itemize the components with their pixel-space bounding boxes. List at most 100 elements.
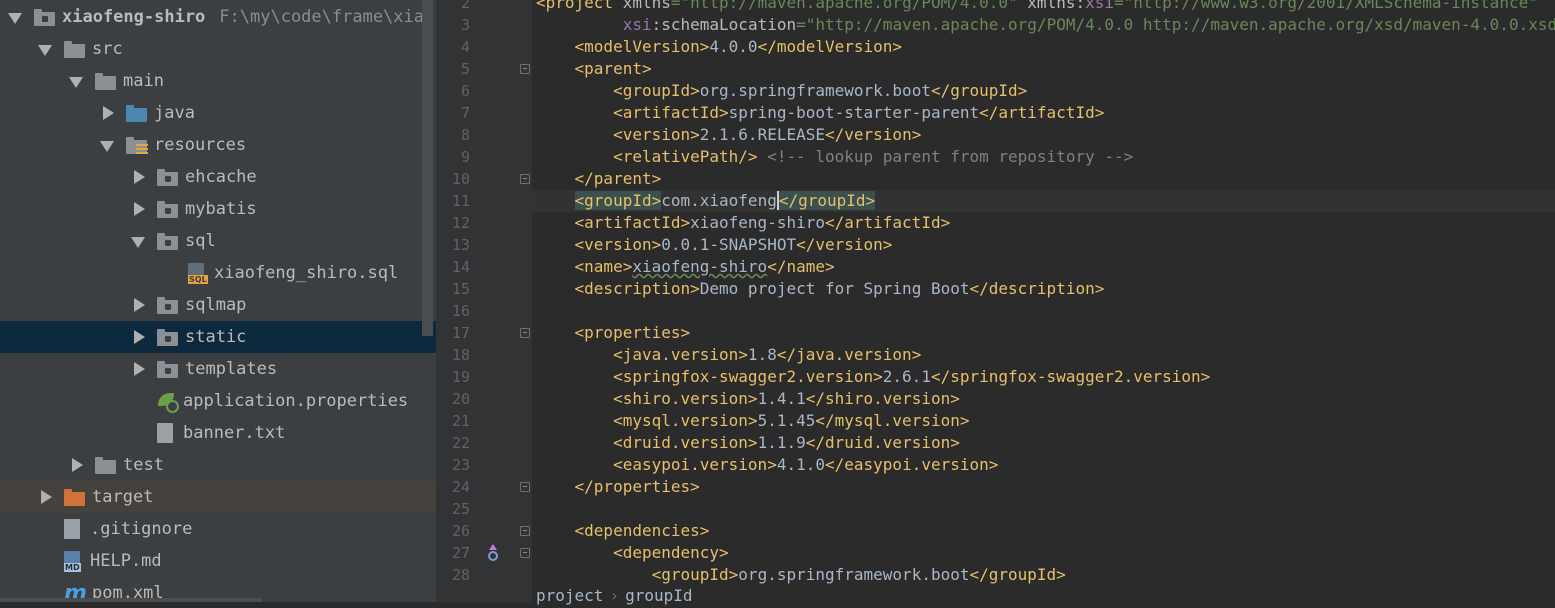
tree-item-static[interactable]: static xyxy=(0,321,436,353)
code-line[interactable]: <shiro.version>1.4.1</shiro.version> xyxy=(536,388,960,410)
tree-item-label: mybatis xyxy=(185,199,257,219)
code-line[interactable]: <dependency> xyxy=(536,542,729,564)
tree-item-label: target xyxy=(92,487,154,507)
line-number: 18 xyxy=(451,346,470,364)
module-folder-icon xyxy=(34,8,56,26)
tree-item-label: ehcache xyxy=(185,167,257,187)
chevron-down-icon[interactable] xyxy=(8,10,22,24)
code-line[interactable]: <artifactId>spring-boot-starter-parent</… xyxy=(536,102,1104,124)
code-line[interactable]: <druid.version>1.1.9</druid.version> xyxy=(536,432,960,454)
tree-item-main[interactable]: main xyxy=(0,65,436,97)
code-line[interactable]: <parent> xyxy=(536,58,652,80)
tree-item-label: .gitignore xyxy=(90,519,193,539)
fold-marker-icon[interactable] xyxy=(520,64,530,74)
chevron-right-icon[interactable] xyxy=(38,490,52,504)
code-line[interactable]: <groupId>org.springframework.boot</group… xyxy=(536,564,1066,586)
tree-item-label: main xyxy=(123,71,164,91)
excluded-folder-icon xyxy=(64,488,86,506)
line-number: 13 xyxy=(451,236,470,254)
code-line[interactable]: xsi:schemaLocation="http://maven.apache.… xyxy=(536,14,1555,36)
line-number: 12 xyxy=(451,214,470,232)
tree-item-src[interactable]: src xyxy=(0,33,436,65)
line-number: 3 xyxy=(460,16,470,34)
tree-item-banner-txt[interactable]: banner.txt xyxy=(0,417,436,449)
tree-item-project-root[interactable]: xiaofeng-shiro F:\my\code\frame\xiao xyxy=(0,1,436,33)
code-line[interactable]: </parent> xyxy=(536,168,662,190)
fold-marker-icon[interactable] xyxy=(520,174,530,184)
fold-marker-icon[interactable] xyxy=(520,548,530,558)
code-line[interactable]: <description>Demo project for Spring Boo… xyxy=(536,278,1105,300)
code-line[interactable]: <version>2.1.6.RELEASE</version> xyxy=(536,124,921,146)
line-number: 24 xyxy=(451,478,470,496)
breadcrumb-item-project[interactable]: project xyxy=(536,586,603,605)
code-line[interactable]: <groupId>com.xiaofeng </groupId> xyxy=(536,190,876,212)
tree-item-test[interactable]: test xyxy=(0,449,436,481)
tree-item-help-md[interactable]: MD HELP.md xyxy=(0,545,436,577)
text-file-icon xyxy=(157,423,173,443)
tree-item-sqlmap[interactable]: sqlmap xyxy=(0,289,436,321)
tree-item-target[interactable]: target xyxy=(0,481,436,513)
code-line[interactable]: <name>xiaofeng-shiro</name> xyxy=(536,256,835,278)
code-line[interactable]: <version>0.0.1-SNAPSHOT</version> xyxy=(536,234,893,256)
line-number: 20 xyxy=(451,390,470,408)
line-number: 16 xyxy=(451,302,470,320)
tree-item-mybatis[interactable]: mybatis xyxy=(0,193,436,225)
chevron-down-icon[interactable] xyxy=(38,42,52,56)
line-number: 25 xyxy=(451,500,470,518)
tree-item-application-properties[interactable]: application.properties xyxy=(0,385,436,417)
code-line[interactable]: <groupId>org.springframework.boot</group… xyxy=(536,80,1027,102)
chevron-right-icon[interactable] xyxy=(131,298,145,312)
fold-marker-icon[interactable] xyxy=(520,328,530,338)
tree-item-label: sqlmap xyxy=(185,295,247,315)
tree-item-java[interactable]: java xyxy=(0,97,436,129)
chevron-right-icon[interactable] xyxy=(131,170,145,184)
tree-item-label: sql xyxy=(185,231,216,251)
fold-marker-icon[interactable] xyxy=(520,482,530,492)
line-number: 11 xyxy=(451,192,470,210)
package-folder-icon xyxy=(157,168,179,186)
code-line[interactable]: <artifactId>xiaofeng-shiro</artifactId> xyxy=(536,212,951,234)
code-line[interactable]: <dependencies> xyxy=(536,520,710,542)
chevron-right-icon[interactable] xyxy=(131,362,145,376)
tree-item-ehcache[interactable]: ehcache xyxy=(0,161,436,193)
tree-item-label: templates xyxy=(185,359,278,379)
code-line[interactable]: <easypoi.version>4.1.0</easypoi.version> xyxy=(536,454,998,476)
line-number: 7 xyxy=(460,104,470,122)
tree-item-templates[interactable]: templates xyxy=(0,353,436,385)
chevron-right-icon[interactable] xyxy=(131,330,145,344)
code-line[interactable]: <java.version>1.8</java.version> xyxy=(536,344,921,366)
chevron-right-icon[interactable] xyxy=(131,202,145,216)
package-folder-icon xyxy=(157,296,179,314)
line-number: 28 xyxy=(451,566,470,584)
chevron-down-icon[interactable] xyxy=(131,234,145,248)
tree-item-resources[interactable]: resources xyxy=(0,129,436,161)
chevron-right-icon[interactable] xyxy=(69,458,83,472)
chevron-right-icon[interactable] xyxy=(100,106,114,120)
line-number: 10 xyxy=(451,170,470,188)
code-line[interactable]: <relativePath/> <!-- lookup parent from … xyxy=(536,146,1133,168)
fold-marker-icon[interactable] xyxy=(520,526,530,536)
tree-item-sql[interactable]: sql xyxy=(0,225,436,257)
tree-item-xiaofeng-shiro-sql[interactable]: SQL xiaofeng_shiro.sql xyxy=(0,257,436,289)
code-line[interactable]: <modelVersion>4.0.0</modelVersion> xyxy=(536,36,903,58)
tree-item-label: static xyxy=(185,327,247,347)
source-folder-icon xyxy=(126,104,148,122)
breadcrumb-item-groupid[interactable]: groupId xyxy=(625,586,692,605)
code-line[interactable]: <springfox-swagger2.version>2.6.1</sprin… xyxy=(536,366,1210,388)
tree-item--gitignore[interactable]: .gitignore xyxy=(0,513,436,545)
tree-horizontal-scrollbar[interactable] xyxy=(0,598,262,602)
folder-icon xyxy=(64,40,86,58)
line-number: 22 xyxy=(451,434,470,452)
implemented-override-gutter-icon[interactable] xyxy=(485,544,501,562)
chevron-down-icon[interactable] xyxy=(69,74,83,88)
tree-item-label: HELP.md xyxy=(90,551,162,571)
code-line[interactable]: <mysql.version>5.1.45</mysql.version> xyxy=(536,410,969,432)
line-number: 17 xyxy=(451,324,470,342)
code-line[interactable]: <properties> xyxy=(536,322,691,344)
package-folder-icon xyxy=(157,200,179,218)
chevron-down-icon[interactable] xyxy=(100,138,114,152)
tree-vertical-scrollbar[interactable] xyxy=(422,0,433,336)
code-line[interactable]: <project xmlns="http://maven.apache.org/… xyxy=(536,0,1538,14)
code-line[interactable]: </properties> xyxy=(536,476,700,498)
breadcrumb: project › groupId xyxy=(532,584,1555,605)
